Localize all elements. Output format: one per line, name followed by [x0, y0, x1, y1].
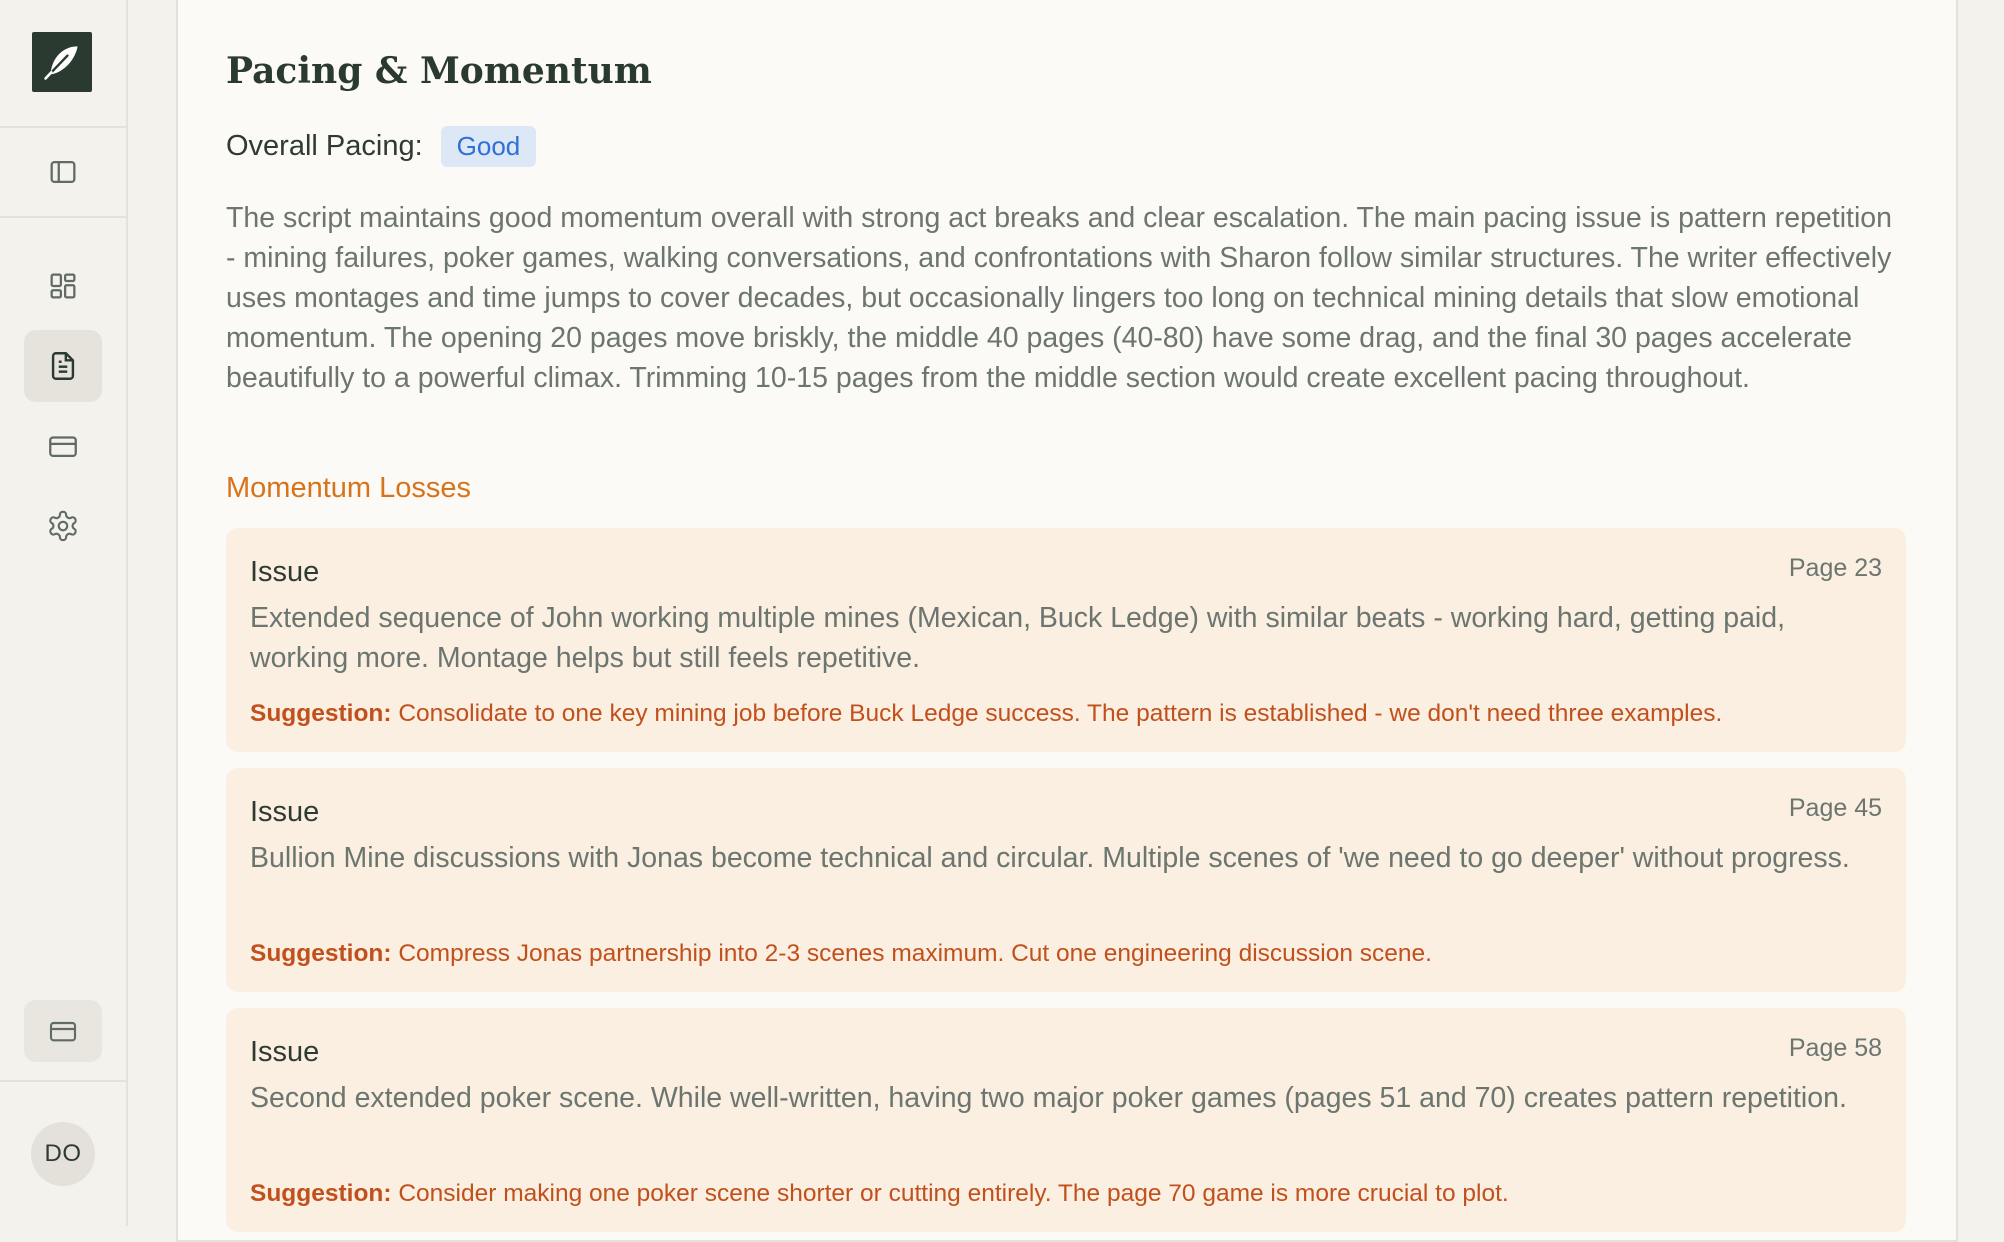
billing-shortcut-button[interactable]: [24, 1000, 102, 1062]
pacing-summary: The script maintains good momentum overa…: [226, 202, 1892, 394]
sidebar-item-dashboard[interactable]: [24, 250, 102, 322]
issue-description: Extended sequence of John working multip…: [250, 602, 1786, 674]
sidebar-divider: [0, 126, 126, 128]
dashboard-icon: [50, 273, 76, 299]
suggestion-text: Consider making one poker scene shorter …: [398, 1180, 1509, 1207]
issue-suggestion: Suggestion: Consider making one poker sc…: [250, 1180, 1890, 1208]
gear-icon: [49, 510, 77, 542]
suggestion-text: Compress Jonas partnership into 2-3 scen…: [398, 940, 1432, 967]
issue-label: Issue: [250, 556, 320, 588]
overall-pacing-row: Overall Pacing: Good: [226, 125, 537, 167]
suggestion-label: Suggestion:: [250, 700, 392, 727]
overall-pacing-label: Overall Pacing:: [226, 129, 423, 162]
suggestion-label: Suggestion:: [250, 1180, 392, 1207]
suggestion-label: Suggestion:: [250, 940, 392, 967]
issue-description: Second extended poker scene. While well-…: [250, 1082, 1847, 1114]
app-logo[interactable]: [32, 32, 92, 92]
issue-card: Issue Page 23 Extended sequence of John …: [226, 528, 1906, 752]
issue-page-ref: Page 58: [1788, 1034, 1882, 1062]
issue-label: Issue: [250, 1036, 320, 1068]
main-panel: Pacing & Momentum Overall Pacing: Good T…: [176, 0, 1958, 1242]
issue-description: Bullion Mine discussions with Jonas beco…: [250, 842, 1850, 874]
sidebar-divider: [0, 1080, 126, 1082]
sidebar-item-documents[interactable]: [24, 330, 102, 402]
issue-page-ref: Page 45: [1788, 794, 1882, 822]
sidebar-item-billing[interactable]: [24, 410, 102, 482]
sidebar-toggle-button[interactable]: [24, 136, 102, 208]
credit-card-icon: [49, 436, 77, 458]
pacing-status-badge: Good: [440, 125, 537, 167]
issue-page-ref: Page 23: [1788, 554, 1882, 582]
sidebar-item-settings[interactable]: [24, 490, 102, 562]
suggestion-text: Consolidate to one key mining job before…: [398, 700, 1723, 727]
avatar-initials: DO: [44, 1140, 82, 1167]
sidebar: DO: [0, 0, 128, 1226]
avatar[interactable]: DO: [31, 1122, 95, 1186]
issue-label: Issue: [250, 796, 320, 828]
issue-card: Issue Page 45 Bullion Mine discussions w…: [226, 768, 1906, 992]
issue-card: Issue Page 58 Second extended poker scen…: [226, 1008, 1906, 1232]
document-icon: [51, 352, 75, 380]
issue-suggestion: Suggestion: Consolidate to one key minin…: [250, 700, 1890, 728]
feather-icon: [44, 46, 78, 80]
sidebar-divider: [0, 216, 126, 218]
issue-suggestion: Suggestion: Compress Jonas partnership i…: [250, 940, 1890, 968]
page-title: Pacing & Momentum: [226, 50, 652, 92]
credit-card-icon: [49, 1021, 77, 1042]
sidebar-toggle-icon: [50, 160, 76, 184]
momentum-losses-heading: Momentum Losses: [226, 472, 471, 504]
